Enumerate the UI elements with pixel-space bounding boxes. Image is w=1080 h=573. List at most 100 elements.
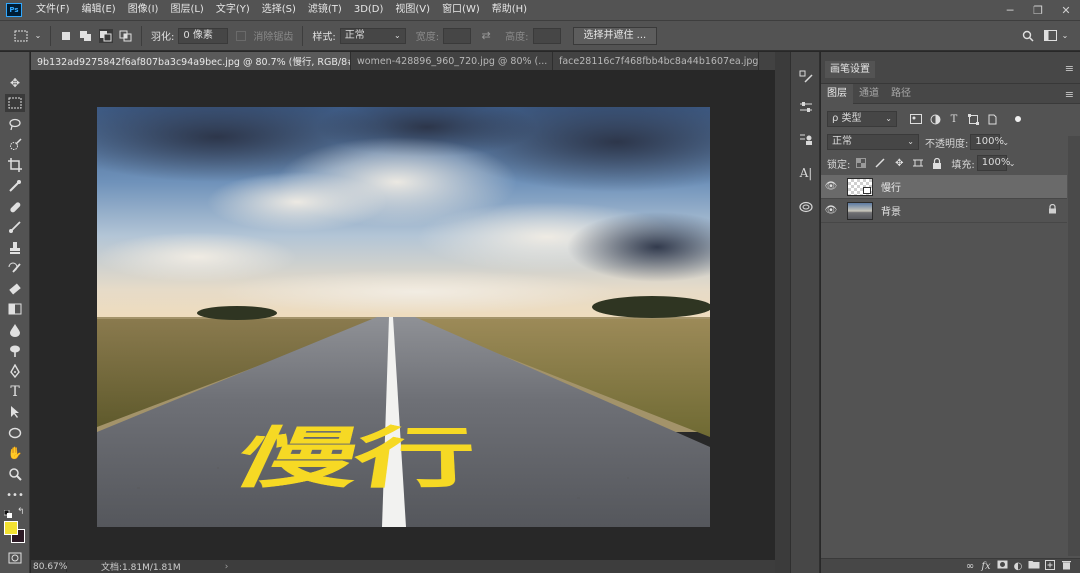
marquee-tool-icon[interactable] [5, 94, 25, 112]
select-and-mask-button[interactable]: 选择并遮住 ... [572, 26, 658, 45]
hand-tool-icon[interactable]: ✋ [5, 444, 25, 462]
type-tool-icon[interactable]: T [5, 383, 25, 401]
pen-tool-icon[interactable] [5, 362, 25, 380]
chevron-down-icon[interactable]: ⌄ [1002, 138, 1009, 147]
crop-tool-icon[interactable] [5, 156, 25, 174]
blend-mode-select[interactable]: 正常 ⌄ [827, 134, 919, 150]
eraser-tool-icon[interactable] [5, 280, 25, 298]
new-selection-icon[interactable] [59, 29, 73, 43]
default-colors-icon[interactable] [3, 508, 12, 518]
menu-select[interactable]: 选择(S) [256, 0, 302, 20]
status-menu-arrow-icon[interactable]: › [225, 562, 229, 572]
menu-layer[interactable]: 图层(L) [164, 0, 209, 20]
intersect-selection-icon[interactable] [119, 29, 133, 43]
adjustments-icon[interactable] [796, 98, 816, 116]
feather-input[interactable]: 0 像素 [178, 27, 229, 44]
brush-settings-icon[interactable] [796, 68, 816, 86]
libraries-icon[interactable] [796, 198, 816, 216]
minimize-button[interactable]: ─ [996, 0, 1024, 20]
menu-edit[interactable]: 编辑(E) [76, 0, 122, 20]
tab-document-3[interactable]: face28116c7f468fbb4bc8a44b1607ea.jpg ✕ [553, 52, 759, 70]
swap-dimensions-icon[interactable]: ⇄ [479, 29, 493, 43]
properties-icon[interactable] [796, 130, 816, 148]
layers-scrollbar[interactable] [1068, 136, 1080, 556]
eyedropper-tool-icon[interactable] [5, 177, 25, 195]
search-icon[interactable] [1021, 29, 1035, 43]
menu-filter[interactable]: 滤镜(T) [302, 0, 348, 20]
lock-position-icon[interactable]: ✥ [892, 156, 906, 170]
tab-paths[interactable]: 路径 [885, 84, 917, 104]
layer-style-icon[interactable]: fx [978, 561, 994, 572]
clone-stamp-tool-icon[interactable] [5, 239, 25, 257]
add-selection-icon[interactable] [79, 29, 93, 43]
adjustment-layer-icon[interactable]: ◐ [1010, 561, 1026, 572]
filter-smart-object-icon[interactable] [985, 112, 999, 126]
menu-view[interactable]: 视图(V) [389, 0, 436, 20]
eye-icon[interactable]: 👁 [821, 181, 841, 192]
quick-mask-icon[interactable] [5, 549, 25, 567]
filter-adjustment-icon[interactable] [928, 112, 942, 126]
tab-document-2[interactable]: women-428896_960_720.jpg @ 80% (... ✕ [351, 52, 553, 70]
lasso-tool-icon[interactable] [5, 115, 25, 133]
menu-image[interactable]: 图像(I) [122, 0, 165, 20]
chevron-down-icon[interactable]: ⌄ [1061, 29, 1069, 43]
menu-type[interactable]: 文字(Y) [210, 0, 256, 20]
lock-transparent-icon[interactable] [854, 156, 868, 170]
blur-tool-icon[interactable] [5, 321, 25, 339]
zoom-level[interactable]: 80.67% [31, 561, 67, 572]
gradient-tool-icon[interactable] [5, 300, 25, 318]
ellipse-tool-icon[interactable] [5, 424, 25, 442]
zoom-tool-icon[interactable] [5, 465, 25, 483]
tab-document-1[interactable]: 9b132ad9275842f6af807ba3c94a9bec.jpg @ 8… [31, 52, 351, 70]
tab-brush-settings[interactable]: 画笔设置 [825, 61, 875, 78]
filter-type-icon[interactable]: T [947, 112, 961, 126]
antialias-checkbox[interactable] [236, 30, 247, 41]
menu-window[interactable]: 窗口(W) [436, 0, 486, 20]
tab-channels[interactable]: 通道 [853, 84, 885, 104]
width-input[interactable] [443, 27, 472, 44]
document-canvas[interactable]: 慢行 [97, 107, 710, 527]
lock-all-icon[interactable] [930, 156, 944, 170]
new-layer-icon[interactable] [1042, 559, 1058, 573]
delete-layer-icon[interactable] [1058, 560, 1074, 573]
restore-button[interactable]: ❐ [1024, 0, 1052, 20]
link-layers-icon[interactable]: ∞ [962, 561, 978, 572]
opacity-input[interactable]: 100% [970, 134, 1004, 150]
canvas-area[interactable]: 慢行 [31, 70, 775, 560]
filter-pixel-icon[interactable] [909, 112, 923, 126]
more-tools-icon[interactable]: ••• [5, 486, 25, 504]
layer-kind-filter[interactable]: ρ 类型 ⌄ [827, 111, 897, 127]
tab-layers[interactable]: 图层 [821, 83, 853, 104]
lock-artboard-icon[interactable] [911, 156, 925, 170]
menu-3d[interactable]: 3D(D) [348, 0, 390, 20]
swap-colors-icon[interactable]: ↰ [17, 507, 25, 517]
character-icon[interactable]: A| [796, 164, 816, 182]
menu-file[interactable]: 文件(F) [30, 0, 76, 20]
quick-selection-tool-icon[interactable] [5, 136, 25, 154]
panel-menu-icon[interactable]: ≡ [1065, 88, 1074, 101]
lock-pixels-icon[interactable] [873, 156, 887, 170]
add-mask-icon[interactable] [994, 560, 1010, 572]
new-group-icon[interactable] [1026, 560, 1042, 572]
dodge-tool-icon[interactable] [5, 342, 25, 360]
panel-menu-icon[interactable]: ≡ [1065, 62, 1074, 75]
menu-help[interactable]: 帮助(H) [486, 0, 533, 20]
layer-row[interactable]: 👁 慢行 [821, 175, 1067, 199]
chevron-down-icon[interactable]: ⌄ [34, 29, 42, 43]
height-input[interactable] [532, 27, 561, 44]
filter-shape-icon[interactable] [966, 112, 980, 126]
close-button[interactable]: ✕ [1052, 0, 1080, 20]
foreground-color-swatch[interactable] [4, 521, 18, 535]
fill-input[interactable]: 100% [976, 155, 1010, 171]
eye-icon[interactable]: 👁 [821, 205, 841, 216]
brush-tool-icon[interactable] [5, 218, 25, 236]
layer-row[interactable]: 👁 背景 [821, 199, 1067, 223]
path-selection-tool-icon[interactable] [5, 403, 25, 421]
style-select[interactable]: 正常 ⌄ [339, 27, 406, 44]
healing-brush-tool-icon[interactable] [5, 198, 25, 216]
chevron-down-icon[interactable]: ⌄ [1009, 159, 1016, 168]
subtract-selection-icon[interactable] [99, 28, 113, 43]
rect-marquee-preset-icon[interactable] [14, 29, 28, 43]
workspace-icon[interactable] [1043, 29, 1057, 43]
filter-toggle-icon[interactable] [1011, 112, 1025, 126]
